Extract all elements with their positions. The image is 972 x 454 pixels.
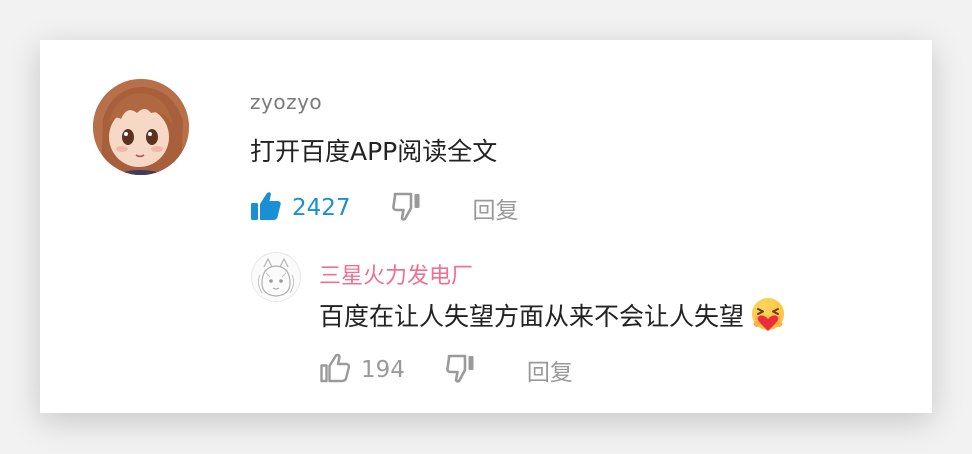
reply-reply-button[interactable]: 回复	[527, 353, 573, 387]
thumbs-down-icon	[445, 353, 477, 387]
hugging-heart-emoji-icon	[750, 297, 786, 333]
reply-actions: 194 回复	[319, 352, 573, 388]
reply-like-button[interactable]: 194	[319, 353, 405, 387]
reply-dislike-button[interactable]	[445, 353, 477, 387]
dislike-button[interactable]	[391, 191, 423, 225]
comment-text: 打开百度APP阅读全文	[250, 137, 498, 166]
like-count: 2427	[292, 195, 351, 221]
reply-like-count: 194	[361, 357, 405, 383]
reply-text: 百度在让人失望方面从来不会让人失望	[319, 297, 786, 333]
reply-username[interactable]: 三星火力发电厂	[319, 258, 473, 290]
thumbs-up-outline-icon	[319, 353, 351, 387]
reply-avatar[interactable]	[251, 252, 301, 302]
comment-card: zyozyo 打开百度APP阅读全文 2427 回复 三星火力发电厂 百度在让人…	[40, 40, 932, 413]
reply-button[interactable]: 回复	[473, 191, 519, 225]
reply-text-content: 百度在让人失望方面从来不会让人失望	[319, 302, 745, 331]
thumbs-up-filled-icon	[250, 191, 282, 225]
comment-actions: 2427 回复	[250, 190, 519, 226]
like-button[interactable]: 2427	[250, 191, 351, 225]
commenter-avatar[interactable]	[93, 79, 189, 175]
commenter-username[interactable]: zyozyo	[250, 90, 322, 114]
thumbs-down-icon	[391, 191, 423, 225]
